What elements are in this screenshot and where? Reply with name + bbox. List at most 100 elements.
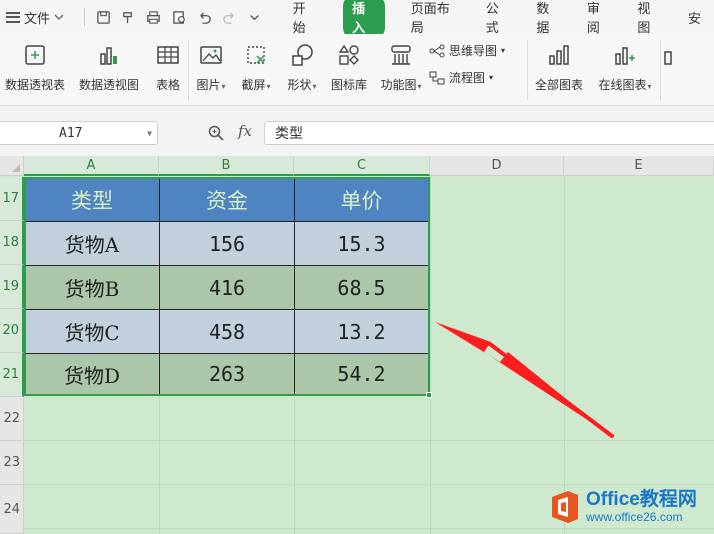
save-icon[interactable]: [91, 0, 116, 34]
grid-line: [430, 176, 431, 534]
pivot-table-button[interactable]: 数据透视表: [0, 34, 70, 106]
table-cell[interactable]: 416: [160, 266, 295, 310]
online-charts-button[interactable]: 在线图表▾: [590, 34, 660, 106]
more-ribbon-button[interactable]: [661, 34, 673, 106]
watermark-title: Office教程网: [586, 489, 697, 510]
tab-page-layout[interactable]: 页面布局: [398, 0, 473, 36]
grid-line: [564, 176, 565, 534]
row-header-19[interactable]: 19: [0, 265, 24, 309]
row-header-17[interactable]: 17: [0, 177, 24, 221]
formula-input[interactable]: 类型: [264, 121, 714, 145]
table-cell[interactable]: 54.2: [295, 354, 429, 395]
picture-button[interactable]: 图片▾: [189, 34, 233, 106]
row-header-23[interactable]: 23: [0, 441, 24, 485]
icon-library-button[interactable]: 图标库: [325, 34, 373, 106]
customize-chevron-icon[interactable]: [242, 0, 267, 34]
shape-button[interactable]: 形状▾: [279, 34, 325, 106]
table-cell[interactable]: 货物B: [25, 266, 160, 310]
zoom-icon[interactable]: [208, 125, 224, 141]
ribbon-insert: 数据透视表 数据透视图 表格 图片▾ 截屏▾ 形状▾ 图标库 功能图▾ 思维导图…: [0, 34, 714, 106]
column-header-a[interactable]: A: [24, 156, 159, 176]
tab-data[interactable]: 数据: [523, 0, 574, 36]
row-header-18[interactable]: 18: [0, 221, 24, 265]
pivot-chart-label: 数据透视图: [78, 78, 139, 92]
file-menu[interactable]: 文件: [0, 0, 78, 34]
tab-home[interactable]: 开始: [280, 0, 331, 36]
mind-map-button[interactable]: 思维导图 ▾: [429, 42, 527, 59]
screenshot-button[interactable]: 截屏▾: [233, 34, 279, 106]
table-header-cell[interactable]: 单价: [295, 178, 429, 222]
formula-bar: A17 ▼ fx 类型: [0, 106, 714, 156]
column-header-c[interactable]: C: [294, 156, 430, 176]
row-header-21[interactable]: 21: [0, 353, 24, 397]
hamburger-icon: [6, 11, 20, 23]
table-cell[interactable]: 货物D: [25, 354, 160, 395]
all-charts-label: 全部图表: [534, 78, 583, 92]
table-header-cell[interactable]: 资金: [160, 178, 295, 222]
pivot-table-label: 数据透视表: [4, 78, 65, 92]
grid-line: [24, 440, 714, 441]
online-charts-label: 在线图表: [598, 78, 647, 92]
select-all-corner[interactable]: [0, 156, 24, 176]
pivot-table-icon: [21, 41, 49, 69]
function-chart-button[interactable]: 功能图▾: [373, 34, 429, 106]
table-cell[interactable]: 263: [160, 354, 295, 395]
table-label: 表格: [155, 78, 180, 92]
print-preview-icon[interactable]: [167, 0, 192, 34]
pivot-chart-icon: [95, 41, 123, 69]
tab-insert[interactable]: 插入: [330, 0, 398, 38]
screenshot-label: 截屏: [241, 78, 266, 92]
formula-value: 类型: [275, 126, 303, 142]
all-charts-button[interactable]: 全部图表: [528, 34, 590, 106]
divider: [83, 8, 85, 26]
column-header-b[interactable]: B: [159, 156, 294, 176]
tab-security[interactable]: 安: [675, 0, 714, 34]
watermark: Office教程网 www.office26.com: [548, 484, 714, 530]
name-box[interactable]: A17 ▼: [0, 121, 158, 145]
spreadsheet-grid[interactable]: A B C D E 17 18 19 20 21 22 23 24 类型 资金 …: [0, 156, 714, 534]
column-header-e[interactable]: E: [564, 156, 714, 176]
shape-icon: [288, 41, 316, 69]
fx-icon[interactable]: fx: [238, 122, 252, 140]
table-cell[interactable]: 货物C: [25, 310, 160, 354]
row-header-22[interactable]: 22: [0, 397, 24, 441]
column-header-d[interactable]: D: [430, 156, 564, 176]
name-box-value: A17: [59, 125, 83, 141]
table-button[interactable]: 表格: [148, 34, 188, 106]
table-cell[interactable]: 156: [160, 222, 295, 266]
picture-label: 图片: [196, 78, 221, 92]
table-cell[interactable]: 15.3: [295, 222, 429, 266]
flow-chart-button[interactable]: 流程图 ▾: [429, 69, 527, 86]
tab-formulas[interactable]: 公式: [473, 0, 524, 36]
watermark-url: www.office26.com: [586, 510, 683, 524]
icon-library-icon: [335, 41, 363, 69]
tab-review[interactable]: 审阅: [574, 0, 625, 36]
function-chart-label: 功能图: [380, 78, 417, 92]
picture-icon: [197, 41, 225, 69]
icon-library-label: 图标库: [330, 78, 367, 92]
flow-chart-icon: [429, 71, 445, 84]
shape-label: 形状: [287, 78, 312, 92]
chevron-down-icon[interactable]: ▼: [147, 129, 152, 138]
redo-icon[interactable]: [217, 0, 242, 34]
table-cell[interactable]: 13.2: [295, 310, 429, 354]
row-header-20[interactable]: 20: [0, 309, 24, 353]
table-header-cell[interactable]: 类型: [25, 178, 160, 222]
table-cell[interactable]: 68.5: [295, 266, 429, 310]
table-cell[interactable]: 458: [160, 310, 295, 354]
online-charts-icon: [611, 41, 639, 69]
menu-bar: 文件 开始 插入 页面布局 公式 数据 审阅 视图 安: [0, 0, 714, 38]
format-painter-icon[interactable]: [116, 0, 141, 34]
function-chart-icon: [387, 41, 415, 69]
table-cell[interactable]: 货物A: [25, 222, 160, 266]
office-logo-icon: [552, 491, 578, 523]
tab-view[interactable]: 视图: [624, 0, 675, 36]
undo-icon[interactable]: [192, 0, 217, 34]
print-icon[interactable]: [141, 0, 166, 34]
ribbon-tabs: 开始 插入 页面布局 公式 数据 审阅 视图 安: [280, 0, 714, 38]
chevron-down-icon: [54, 14, 64, 20]
mind-map-icon: [429, 44, 445, 57]
table-icon: [154, 41, 182, 69]
row-header-24[interactable]: 24: [0, 485, 24, 534]
pivot-chart-button[interactable]: 数据透视图: [70, 34, 148, 106]
